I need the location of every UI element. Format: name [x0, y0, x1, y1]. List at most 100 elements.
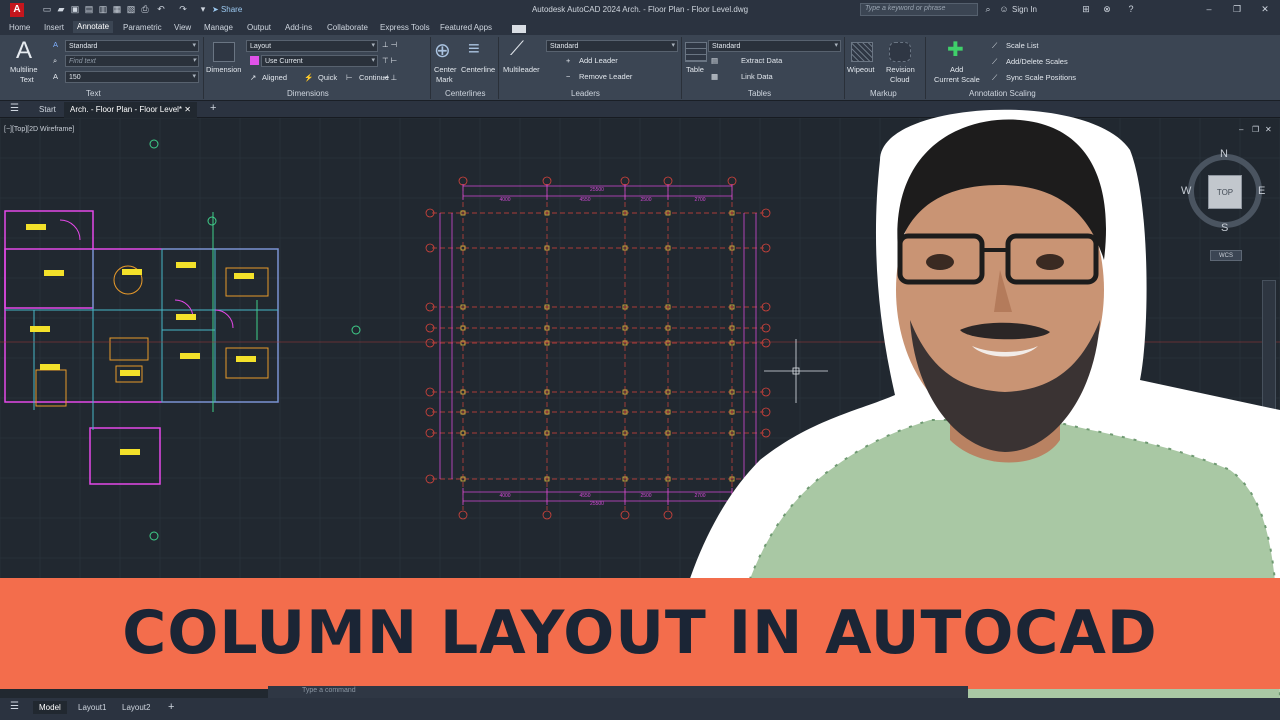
- tab-options-icon[interactable]: [512, 25, 526, 33]
- revision-cloud-icon[interactable]: [889, 42, 911, 62]
- dim-top-span-1: 4000: [499, 197, 510, 203]
- restore-icon[interactable]: ❐: [1232, 4, 1242, 15]
- find-text-input[interactable]: Find text: [65, 55, 199, 67]
- add-leader-button[interactable]: Add Leader: [579, 56, 618, 65]
- layout-menu-icon[interactable]: ☰: [10, 701, 19, 712]
- dim-tool-icon-3[interactable]: ⊣ ⊥: [382, 73, 397, 82]
- quick-icon: ⚡: [304, 73, 314, 82]
- bed: [225, 347, 269, 379]
- dim-tool-icon-2[interactable]: ⊤ ⊢: [382, 56, 397, 65]
- text-style-icon: A: [53, 40, 59, 49]
- add-label[interactable]: Add: [950, 65, 963, 74]
- close-tab-icon[interactable]: ✕: [184, 105, 191, 114]
- centerline-icon[interactable]: ≡: [468, 38, 480, 61]
- close-icon[interactable]: ✕: [1260, 4, 1270, 15]
- centerlines-panel-title[interactable]: Centerlines: [445, 89, 485, 98]
- tab-output[interactable]: Output: [247, 23, 271, 32]
- extract-data-button[interactable]: Extract Data: [741, 56, 782, 65]
- sync-scale-positions-button[interactable]: Sync Scale Positions: [1006, 73, 1076, 82]
- tab-parametric[interactable]: Parametric: [123, 23, 162, 32]
- remove-leader-button[interactable]: Remove Leader: [579, 72, 632, 81]
- current-scale-label[interactable]: Current Scale: [934, 75, 980, 84]
- add-leader-icon: +: [566, 56, 571, 65]
- panel-divider: [844, 37, 845, 99]
- dimension-label[interactable]: Dimension: [206, 65, 241, 74]
- dimensions-panel-title[interactable]: Dimensions: [287, 89, 329, 98]
- tab-featured-apps[interactable]: Featured Apps: [440, 23, 492, 32]
- center-label[interactable]: Center: [434, 65, 457, 74]
- file-tab-start[interactable]: Start: [39, 105, 56, 114]
- multileader-icon[interactable]: ⟋: [510, 38, 524, 61]
- dim-bottom-span-3: 2500: [640, 493, 651, 499]
- text-style-select[interactable]: Standard: [65, 40, 199, 52]
- mleader-style-select[interactable]: Standard: [546, 40, 678, 52]
- command-input[interactable]: Type a command: [302, 687, 356, 694]
- panel-divider: [203, 37, 204, 99]
- centerline-label[interactable]: Centerline: [461, 65, 495, 74]
- tab-home[interactable]: Home: [9, 23, 30, 32]
- add-delete-scales-button[interactable]: Add/Delete Scales: [1006, 57, 1068, 66]
- mark-label[interactable]: Mark: [436, 75, 453, 84]
- plan-wall: [89, 427, 161, 485]
- add-scale-icon[interactable]: ✚: [947, 37, 964, 62]
- door-swing: [59, 219, 81, 241]
- scale-list-icon: ⟋: [992, 41, 998, 50]
- multiline-text-icon[interactable]: A: [16, 37, 32, 65]
- grid-bubble: [620, 176, 630, 186]
- file-tab-active[interactable]: Arch. - Floor Plan - Floor Level* ✕: [64, 102, 197, 118]
- quick-button[interactable]: Quick: [318, 73, 337, 82]
- viewport-controls[interactable]: [−][Top][2D Wireframe]: [4, 126, 74, 133]
- link-data-button[interactable]: Link Data: [741, 72, 773, 81]
- menu-icon[interactable]: ☰: [10, 103, 19, 114]
- command-line[interactable]: Type a command: [268, 686, 968, 698]
- text-panel-title[interactable]: Text: [86, 89, 101, 98]
- wipeout-icon[interactable]: [851, 42, 873, 62]
- table-style-select[interactable]: Standard: [708, 40, 841, 52]
- text-height-select[interactable]: 150: [65, 71, 199, 83]
- dim-bottom-overall: 25500: [590, 501, 604, 507]
- revision-label[interactable]: Revision: [886, 65, 915, 74]
- search-icon[interactable]: ⌕: [983, 4, 993, 15]
- cart-icon[interactable]: ⊞: [1081, 4, 1091, 15]
- cloud-label[interactable]: Cloud: [890, 75, 910, 84]
- help-icon[interactable]: ?: [1126, 4, 1136, 15]
- exchange-icon[interactable]: ⊗: [1102, 4, 1112, 15]
- tab-view[interactable]: View: [174, 23, 191, 32]
- wipeout-label[interactable]: Wipeout: [847, 65, 875, 74]
- section-marker: [149, 139, 159, 149]
- tab-insert[interactable]: Insert: [44, 23, 64, 32]
- scale-list-button[interactable]: Scale List: [1006, 41, 1039, 50]
- dimension-icon[interactable]: [213, 42, 235, 62]
- layout-tab-layout1[interactable]: Layout1: [78, 703, 106, 712]
- text-label[interactable]: Text: [20, 75, 34, 84]
- multiline-label[interactable]: Multiline: [10, 65, 38, 74]
- dim-tool-icon-1[interactable]: ⊥ ⊣: [382, 40, 397, 49]
- room-labels: [26, 224, 256, 455]
- tab-express-tools[interactable]: Express Tools: [380, 23, 430, 32]
- table-label[interactable]: Table: [686, 65, 704, 74]
- multileader-label[interactable]: Multileader: [503, 65, 540, 74]
- banner-title: COLUMN LAYOUT IN AUTOCAD: [122, 598, 1158, 668]
- table-icon[interactable]: [685, 42, 707, 62]
- tab-manage[interactable]: Manage: [204, 23, 233, 32]
- dim-bottom-span-2: 4550: [579, 493, 590, 499]
- add-layout-icon[interactable]: +: [168, 701, 174, 713]
- add-delete-scales-icon: ⟋: [992, 57, 998, 66]
- dim-style-select[interactable]: Layout: [246, 40, 378, 52]
- dim-layer-select[interactable]: Use Current: [261, 55, 378, 67]
- room-label-block: [30, 326, 50, 332]
- layout-tab-model[interactable]: Model: [33, 701, 67, 714]
- tab-collaborate[interactable]: Collaborate: [327, 23, 368, 32]
- minimize-icon[interactable]: –: [1204, 4, 1214, 15]
- layout-tab-layout2[interactable]: Layout2: [122, 703, 150, 712]
- tab-add-ins[interactable]: Add-ins: [285, 23, 312, 32]
- leaders-panel-title[interactable]: Leaders: [571, 89, 600, 98]
- aligned-button[interactable]: Aligned: [262, 73, 287, 82]
- search-input[interactable]: Type a keyword or phrase: [860, 3, 978, 16]
- section-marker: [149, 531, 159, 541]
- tab-annotate[interactable]: Annotate: [73, 21, 114, 33]
- new-tab-icon[interactable]: +: [210, 102, 216, 114]
- center-mark-icon[interactable]: ⊕: [434, 38, 451, 63]
- sign-in-link[interactable]: Sign In: [1012, 5, 1037, 14]
- user-icon[interactable]: ☺: [999, 4, 1009, 15]
